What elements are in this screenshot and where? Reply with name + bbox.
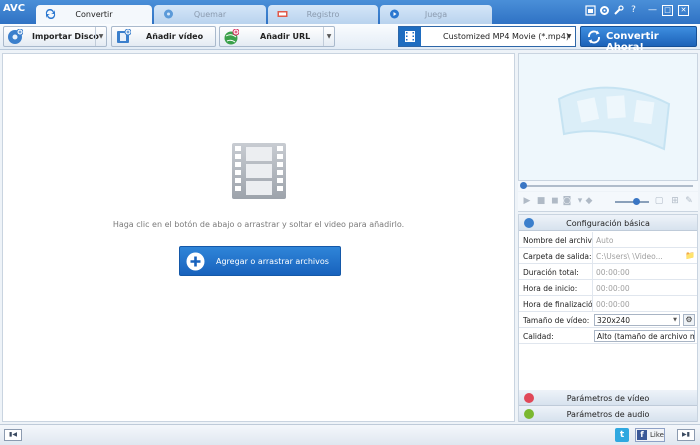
tab-label: Juega (424, 10, 448, 19)
toolbar: Importar Disco ▼ Añadir vídeo Añadir URL… (0, 24, 700, 53)
film-icon (399, 27, 421, 46)
drop-hint-text: Haga clic en el botón de abajo o arrastr… (112, 220, 405, 229)
row-file-name: Nombre del archivo Auto (519, 232, 697, 248)
video-size-select[interactable]: 320x240 ▼ (594, 314, 680, 326)
plus-circle-icon (186, 252, 205, 271)
close-button[interactable]: ✕ (678, 5, 689, 16)
cart-icon[interactable] (585, 5, 596, 16)
settings-panel: Configuración básica Nombre del archivo … (518, 214, 698, 422)
title-bar: AVC Convertir Quemar Registro Juega ? — … (0, 0, 700, 24)
volume-icon[interactable]: ◼ (550, 196, 560, 206)
tab-juega[interactable]: Juega (380, 5, 492, 24)
import-disc-label: Importar Disco (32, 32, 99, 41)
video-params-title: Parámetros de vídeo (566, 394, 650, 403)
tools-icon[interactable]: ✎ (684, 196, 694, 206)
tab-label: Registro (306, 10, 340, 19)
add-url-button[interactable]: Añadir URL ▼ (219, 26, 335, 47)
row-key: Duración total: (523, 268, 579, 277)
tab-label: Convertir (75, 10, 113, 19)
toggle-right-panel-button[interactable]: ▶▮ (677, 429, 695, 441)
facebook-like-button[interactable]: f Like (635, 428, 665, 442)
facebook-icon: f (637, 430, 647, 440)
toggle-panel-button[interactable]: ▮◀ (4, 429, 22, 441)
fullscreen-icon[interactable]: ▢ (654, 196, 664, 206)
like-label: Like (650, 431, 664, 439)
start-time-field[interactable]: 00:00:00 (592, 280, 697, 296)
volume-handle[interactable] (633, 198, 640, 205)
convert-now-button[interactable]: Convertir Ahora! (580, 26, 697, 53)
player-controls: ▶ ■ ◼ ◙ ▾ ◆ ▢ ⊞ ✎ (518, 192, 698, 212)
tab-label: Quemar (193, 10, 227, 19)
import-disc-button[interactable]: Importar Disco ▼ (3, 26, 107, 47)
tab-quemar[interactable]: Quemar (154, 5, 266, 24)
film-strip-icon (232, 143, 286, 199)
row-end-time: Hora de finalización 00:00:00 (519, 296, 697, 312)
wrench-icon[interactable] (613, 5, 624, 16)
stop-icon[interactable]: ■ (536, 196, 546, 206)
add-url-label: Añadir URL (260, 32, 311, 41)
seek-track (523, 185, 693, 187)
quality-select[interactable]: Alto (tamaño de archivo m... (594, 330, 695, 342)
file-name-field[interactable]: Auto (592, 232, 697, 248)
app-logo: AVC (3, 3, 26, 14)
twitter-icon[interactable]: t (615, 428, 629, 442)
add-files-label: Agregar o arrastrar archivos (216, 257, 329, 266)
refresh-icon (588, 30, 600, 44)
speaker-icon[interactable]: ◆ (584, 196, 594, 206)
output-profile-select[interactable]: Customized MP4 Movie (*.mp4) ▼ (398, 26, 576, 47)
add-files-button[interactable]: Agregar o arrastrar archivos (179, 246, 341, 276)
add-video-button[interactable]: Añadir vídeo (111, 26, 216, 47)
row-key: Tamaño de vídeo: (523, 316, 590, 325)
tab-convertir[interactable]: Convertir (36, 5, 152, 24)
status-bar: ▮◀ t f Like ▶▮ (0, 424, 700, 445)
globe-add-icon (224, 29, 239, 45)
output-folder-field[interactable]: C:\Users\ \Video... (592, 248, 697, 264)
folder-icon[interactable]: 📁 (685, 251, 695, 260)
gear-icon[interactable] (599, 5, 610, 16)
minimize-button[interactable]: — (647, 5, 658, 16)
maximize-button[interactable]: □ (662, 5, 673, 16)
video-params-header[interactable]: Parámetros de vídeo (519, 390, 697, 406)
row-key: Carpeta de salida: (523, 252, 592, 261)
row-video-size: Tamaño de vídeo: 320x240 ▼ ⚙ (519, 312, 697, 328)
video-size-settings-button[interactable]: ⚙ (683, 314, 695, 326)
audio-params-title: Parámetros de audio (566, 410, 650, 419)
add-video-label: Añadir vídeo (146, 32, 204, 41)
seek-handle[interactable] (520, 182, 527, 189)
row-start-time: Hora de inicio: 00:00:00 (519, 280, 697, 296)
row-key: Nombre del archivo (523, 236, 593, 245)
tab-registro[interactable]: Registro (268, 5, 378, 24)
row-key: Calidad: (523, 332, 554, 341)
video-add-icon (117, 29, 131, 43)
chevron-down-icon: ▼ (673, 317, 677, 323)
basic-settings-title: Configuración básica (566, 219, 650, 228)
crop-icon[interactable]: ⊞ (670, 196, 680, 206)
volume-slider[interactable] (615, 198, 649, 205)
film-reel-watermark-icon (557, 86, 671, 151)
disc-add-icon (8, 29, 23, 44)
video-preview (518, 53, 698, 181)
video-size-value: 320x240 (597, 316, 631, 325)
row-output-folder: Carpeta de salida: C:\Users\ \Video... 📁 (519, 248, 697, 264)
seek-bar[interactable] (518, 181, 698, 191)
row-key: Hora de inicio: (523, 284, 578, 293)
help-button[interactable]: ? (628, 5, 639, 16)
chevron-down-icon[interactable]: ▼ (323, 27, 334, 46)
play-icon[interactable]: ▶ (522, 196, 532, 206)
profile-label: Customized MP4 Movie (*.mp4) (443, 32, 569, 41)
row-quality: Calidad: Alto (tamaño de archivo m... (519, 328, 697, 344)
basic-settings-header[interactable]: Configuración básica (519, 215, 697, 231)
chevron-down-icon[interactable]: ▼ (563, 27, 575, 46)
row-key: Hora de finalización (523, 300, 593, 309)
end-time-field[interactable]: 00:00:00 (592, 296, 697, 312)
convert-now-label: Convertir Ahora! (606, 31, 659, 53)
camera-icon[interactable]: ◙ (562, 196, 572, 206)
row-total-duration: Duración total: 00:00:00 (519, 264, 697, 280)
audio-params-header[interactable]: Parámetros de audio (519, 406, 697, 422)
file-drop-area[interactable]: Haga clic en el botón de abajo o arrastr… (2, 53, 515, 422)
chevron-down-icon[interactable]: ▼ (95, 27, 106, 46)
total-duration-value: 00:00:00 (592, 264, 697, 280)
